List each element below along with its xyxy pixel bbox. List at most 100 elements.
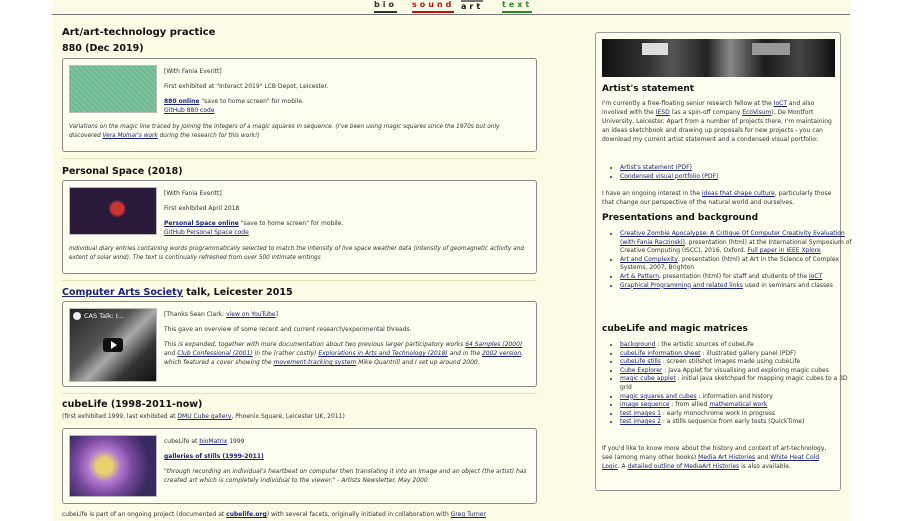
more-text: and (755, 454, 771, 461)
2002-version-link[interactable]: 2002 version (482, 350, 521, 357)
work-personal-space-thumbnail[interactable] (69, 187, 157, 235)
art-and-complexity-link[interactable]: Art and Complexity (620, 256, 678, 263)
personal-space-code-link[interactable]: GitHub Personal Space code (164, 229, 249, 236)
list-item-text: : illustrated gallery panel (PDF) (700, 349, 796, 357)
more-info-text: If you'd like to know more about the his… (602, 444, 836, 471)
list-item-text: : a stills sequence from early tests (Qu… (660, 418, 805, 426)
presentation-text: used in seminars and classes (743, 281, 833, 289)
list-item-text: : information and history (696, 392, 773, 400)
explorations-book-link[interactable]: Explorations in Arts and Technology (201… (318, 350, 447, 357)
work-880-collab: [With Fania Everitt] (164, 68, 222, 75)
list-item-text: : Java Applet for visualising and explor… (662, 366, 829, 374)
work-880-thumbnail[interactable] (69, 65, 157, 113)
talk-title-rest: talk, Leicester 2015 (182, 287, 293, 298)
cubelife-quote: "through recording an individual's heart… (164, 468, 527, 484)
dmu-cube-gallery-link[interactable]: DMU Cube gallery (177, 413, 231, 420)
art-and-pattern-link[interactable]: Art & Pattern (620, 273, 659, 280)
work-880-description: Variations on the magic line traced by j… (69, 123, 531, 141)
list-item: cubeLife information sheet : illustrated… (620, 350, 852, 359)
vera-molnar-link[interactable]: Vera Molnar's work (103, 133, 158, 139)
list-item: image sequence : from allied mathematica… (620, 401, 852, 410)
work-880-desc-end: during the research for this work!) (157, 133, 260, 139)
talk-exp-text: and (164, 350, 178, 357)
cubelife-subtitle-text: (first exhibited 1999, last exhibited at (62, 413, 178, 420)
list-item: background : the artistic sources of cub… (620, 341, 852, 350)
nav-sound-link[interactable]: sound (412, 0, 455, 13)
artist-statement-pdf-link[interactable]: Artist's statement (PDF) (620, 164, 692, 171)
list-item-text: : screen stillshot images made using cub… (660, 358, 801, 366)
studio-photo (602, 39, 835, 77)
ioct-link[interactable]: IoCT (774, 100, 787, 107)
cubelife-info-sheet-link[interactable]: cubeLife information sheet (620, 350, 701, 357)
presentation-text: , presentation (html) for staff and stud… (659, 272, 809, 280)
greg-turner-link[interactable]: Greg Turner (451, 511, 486, 518)
club-confessional-link[interactable]: Club Confessional (2001) (177, 350, 252, 357)
magic-cube-applet-link[interactable]: magic cube applet (620, 375, 676, 382)
work-880-online-link[interactable]: 880 online (164, 98, 199, 105)
talk-overview: This gave an overview of some recent and… (164, 326, 412, 333)
cubelife-footer: cubeLife is part of an ongoing project (… (62, 511, 486, 518)
ioct-link[interactable]: IoCT (809, 273, 822, 280)
list-item-text: : early monochrome work in progress (660, 409, 776, 417)
work-personal-space-exhibited: First exhibited April 2018 (164, 205, 240, 212)
list-item: Art and Complexity, presentation (html) … (620, 256, 852, 273)
image-sequence-link[interactable]: image sequence (620, 401, 670, 408)
iesd-link[interactable]: IESD (656, 109, 670, 116)
list-item: Condensed visual portfolio (PDF) (620, 173, 852, 182)
list-item: test images 2 : a stills sequence from e… (620, 418, 852, 427)
test-images-2-link[interactable]: test images 2 (620, 418, 661, 425)
cubelife-list: background : the artistic sources of cub… (602, 341, 852, 427)
mathematical-work-link[interactable]: mathematical work (709, 401, 767, 408)
talk-exp-text: Mike Quantrill and I set up around 2000. (356, 359, 480, 366)
page-title: Art/art-technology practice (62, 27, 216, 38)
visual-portfolio-pdf-link[interactable]: Condensed visual portfolio (PDF) (620, 173, 718, 180)
computer-arts-society-link[interactable]: Computer Arts Society (62, 287, 183, 298)
view-on-youtube-link[interactable]: view on YouTube (226, 311, 276, 318)
graphical-programming-link[interactable]: Graphical Programming and related links (620, 282, 743, 289)
cubelife-thumbnail[interactable] (69, 435, 157, 497)
ieee-xplore-link[interactable]: Full paper in IEEE Xplore (748, 247, 821, 254)
media-art-histories-link[interactable]: Media Art Histories (698, 454, 755, 461)
work-880-code-link[interactable]: GitHub 880 code (164, 107, 215, 114)
magic-squares-cubes-link[interactable]: magic squares and cubes (620, 393, 697, 400)
ideas-that-shape-culture-link[interactable]: ideas that shape culture (702, 190, 775, 197)
work-880-exhibited: First exhibited at "Interact 2019" LCB D… (164, 83, 329, 90)
nav-text-link[interactable]: text (502, 0, 533, 13)
cubelife-at-year: 1999 (227, 438, 245, 445)
cubelife-org-link[interactable]: cubelife.org (226, 511, 267, 518)
video-title: CAS Talk: I... (84, 312, 124, 320)
cubelife-info: cubeLife at bioMatrix 1999 galleries of … (164, 437, 529, 485)
list-item: Artist's statement (PDF) (620, 164, 852, 173)
list-item: Art & Pattern, presentation (html) for s… (620, 273, 852, 282)
work-personal-space-box: [With Fania Everitt] First exhibited Apr… (62, 180, 537, 274)
talk-exp-text: in the (rather costly) (252, 350, 319, 357)
play-button-icon[interactable] (103, 338, 123, 352)
cube-explorer-link[interactable]: Cube Explorer (620, 367, 662, 374)
cubelife-at: cubeLife at (164, 438, 200, 445)
divider (62, 280, 537, 281)
work-880-title: 880 (Dec 2019) (62, 43, 144, 54)
list-item: test images 1 : early monochrome work in… (620, 410, 852, 419)
nav-bio-link[interactable]: bio (374, 0, 397, 13)
list-item: cubeLife stills : screen stillshot image… (620, 358, 852, 367)
interest-text-part: I have an ongoing interest in the (602, 190, 702, 197)
personal-space-online-link[interactable]: Personal Space online (164, 220, 239, 227)
test-images-1-link[interactable]: test images 1 (620, 410, 661, 417)
background-link[interactable]: background (620, 341, 656, 348)
nav-art-link[interactable]: art (461, 0, 484, 13)
cubelife-stills-link[interactable]: cubeLife stills (620, 358, 661, 365)
movement-tracking-link[interactable]: movement-tracking system (274, 359, 357, 366)
talk-info: [Thanks Sean Clark: view on YouTube] Thi… (164, 310, 529, 367)
cubelife-footer-text: cubeLife is part of an ongoing project (… (62, 511, 227, 518)
ecovisum-link[interactable]: EcoVisum (742, 109, 771, 116)
biomatrix-link[interactable]: bioMatrix (199, 438, 227, 445)
work-personal-space-title: Personal Space (2018) (62, 166, 183, 177)
artist-statement-heading: Artist's statement (602, 84, 695, 94)
youtube-video-player[interactable]: CAS Talk: I... (69, 308, 157, 382)
mediaart-outline-link[interactable]: detailed outline of MediaArt Histories (628, 463, 740, 470)
cubelife-subtitle-end: , Phoenix Square, Leicester UK, 2011) (231, 413, 345, 420)
64-samples-link[interactable]: 64 Samples (2000) (465, 341, 522, 348)
galleries-of-stills-link[interactable]: galleries of stills (1999-2011) (164, 453, 264, 460)
talk-exp-text: and in the (447, 350, 482, 357)
sidebar: Artist's statement I'm currently a free-… (595, 32, 852, 491)
